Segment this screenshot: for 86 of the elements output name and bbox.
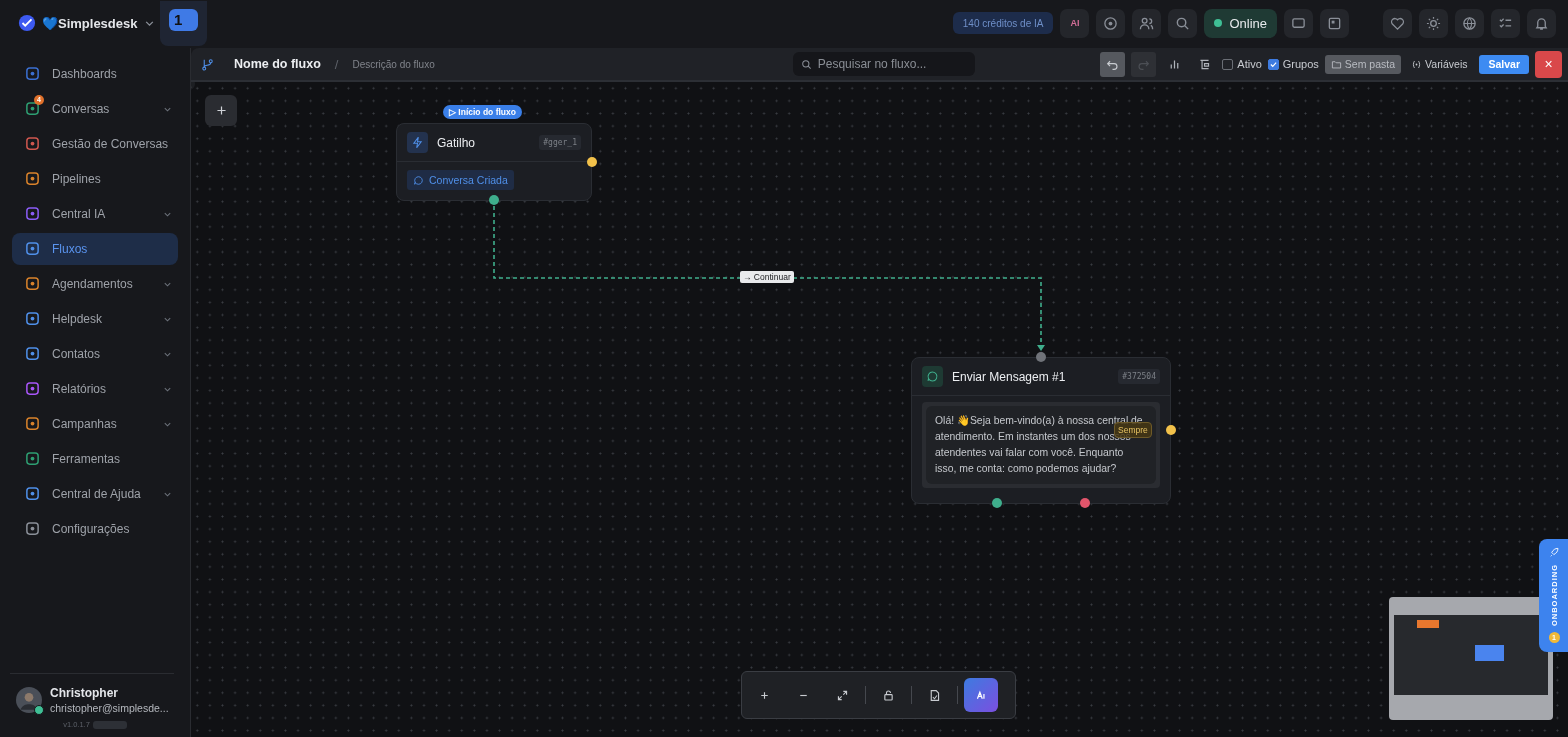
heart-button[interactable]	[1383, 8, 1412, 38]
node-id: #372504	[1118, 369, 1160, 384]
output-port[interactable]	[1080, 498, 1090, 508]
minimap[interactable]	[1389, 597, 1553, 720]
sidebar-item[interactable]: Central de Ajuda	[12, 478, 178, 510]
status-button[interactable]: Online	[1204, 8, 1277, 38]
chat-bubble-icon	[413, 174, 424, 186]
checkbox-box[interactable]	[1267, 58, 1279, 70]
brand-name[interactable]: 💙Simplesdesk	[42, 15, 138, 31]
sidebar-item[interactable]: Helpdesk	[12, 303, 178, 335]
add-node-button[interactable]	[205, 95, 237, 126]
trigger-node[interactable]: Gatilho #gger_1 Conversa Criada	[396, 123, 592, 201]
record-icon	[1103, 15, 1119, 31]
edge-label: → Continuar	[740, 271, 794, 283]
folder-button[interactable]: Sem pasta	[1324, 54, 1402, 74]
sidebar-item[interactable]: Pipelines	[12, 163, 178, 195]
build-tag	[92, 720, 127, 729]
user-name: Christopher	[50, 686, 119, 700]
lightning-icon	[411, 136, 424, 149]
minimap-node	[1417, 620, 1439, 628]
sun-icon	[1426, 15, 1441, 31]
checkbox-box[interactable]	[1222, 58, 1234, 70]
chat-bubble-icon	[926, 370, 939, 383]
minimap-node	[1475, 645, 1504, 661]
bell-icon	[1534, 15, 1549, 31]
input-port[interactable]	[1036, 352, 1046, 362]
checkbox-label[interactable]: Ativo	[1237, 58, 1262, 70]
sidebar-item[interactable]: Agendamentos	[12, 268, 178, 300]
search-button[interactable]	[1168, 8, 1198, 38]
heart-icon	[1390, 15, 1405, 31]
folder-icon	[1330, 58, 1342, 70]
checklist-button[interactable]	[1491, 8, 1520, 38]
event-tag: Conversa Criada	[407, 170, 514, 190]
checkbox-label[interactable]: Grupos	[1282, 58, 1319, 70]
output-port[interactable]	[992, 498, 1002, 508]
document-icon	[928, 688, 941, 702]
output-port[interactable]	[587, 157, 597, 167]
sidebar-item[interactable]: Relatórios	[12, 373, 178, 405]
flow-icon	[201, 57, 214, 71]
ai-button[interactable]: AI	[1060, 8, 1090, 38]
ai-icon	[974, 688, 988, 702]
node-title: Enviar Mensagem #1	[952, 369, 1067, 384]
globe-icon	[1462, 15, 1477, 31]
sidebar-item[interactable]: Contatos	[12, 338, 178, 370]
lock-icon	[882, 688, 895, 702]
plus-icon	[214, 104, 228, 117]
breadcrumb-separator: /	[334, 56, 339, 72]
avatar	[16, 687, 42, 713]
search-field[interactable]: Pesquisar no fluxo...	[792, 52, 975, 76]
flow-title[interactable]: Nome do fluxo	[234, 57, 321, 71]
logo-icon	[18, 14, 36, 32]
node-id: #gger_1	[539, 135, 581, 150]
undo-button[interactable]	[1100, 51, 1126, 77]
chat-button[interactable]	[1284, 8, 1313, 38]
sidebar-item[interactable]: Campanhas	[12, 408, 178, 440]
panel-button[interactable]	[1320, 8, 1349, 38]
output-port[interactable]	[1166, 425, 1176, 435]
rocket-icon	[1548, 547, 1560, 558]
users-button[interactable]	[1132, 8, 1162, 38]
notifications-button[interactable]	[1527, 8, 1556, 38]
variables-icon	[1411, 58, 1423, 70]
start-badge: ▷ Início do fluxo	[443, 105, 522, 119]
sidebar-item[interactable]: Dashboards	[12, 58, 178, 90]
theme-button[interactable]	[1419, 8, 1448, 38]
panel-icon	[1327, 15, 1342, 31]
sidebar-item[interactable]: Central IA	[12, 198, 178, 230]
sidebar-item[interactable]: Gestão de Conversas	[12, 128, 178, 160]
credits-button[interactable]: 140 créditos de IA	[952, 12, 1054, 34]
node-title: Gatilho	[437, 135, 477, 150]
layout-icon	[1197, 57, 1211, 71]
chat-icon	[1291, 15, 1306, 31]
record-button[interactable]	[1096, 8, 1126, 38]
users-icon	[1139, 15, 1155, 31]
sidebar-item[interactable]: Fluxos	[12, 233, 178, 265]
sidebar-item[interactable]: Configurações	[12, 513, 178, 545]
sidebar-item[interactable]: Ferramentas	[12, 443, 178, 475]
variables-button[interactable]: Variáveis	[1407, 58, 1474, 70]
output-port[interactable]	[489, 195, 499, 205]
expand-icon	[836, 688, 849, 702]
workspace-tab[interactable]: 1	[160, 0, 207, 46]
user-email: christopher@simplesde...	[50, 702, 169, 714]
flow-description[interactable]: Descrição do fluxo	[352, 58, 435, 70]
ai-assistant-button[interactable]	[964, 678, 998, 712]
globe-button[interactable]	[1455, 8, 1484, 38]
search-icon	[1175, 15, 1191, 31]
close-button[interactable]: ×	[1535, 50, 1562, 78]
